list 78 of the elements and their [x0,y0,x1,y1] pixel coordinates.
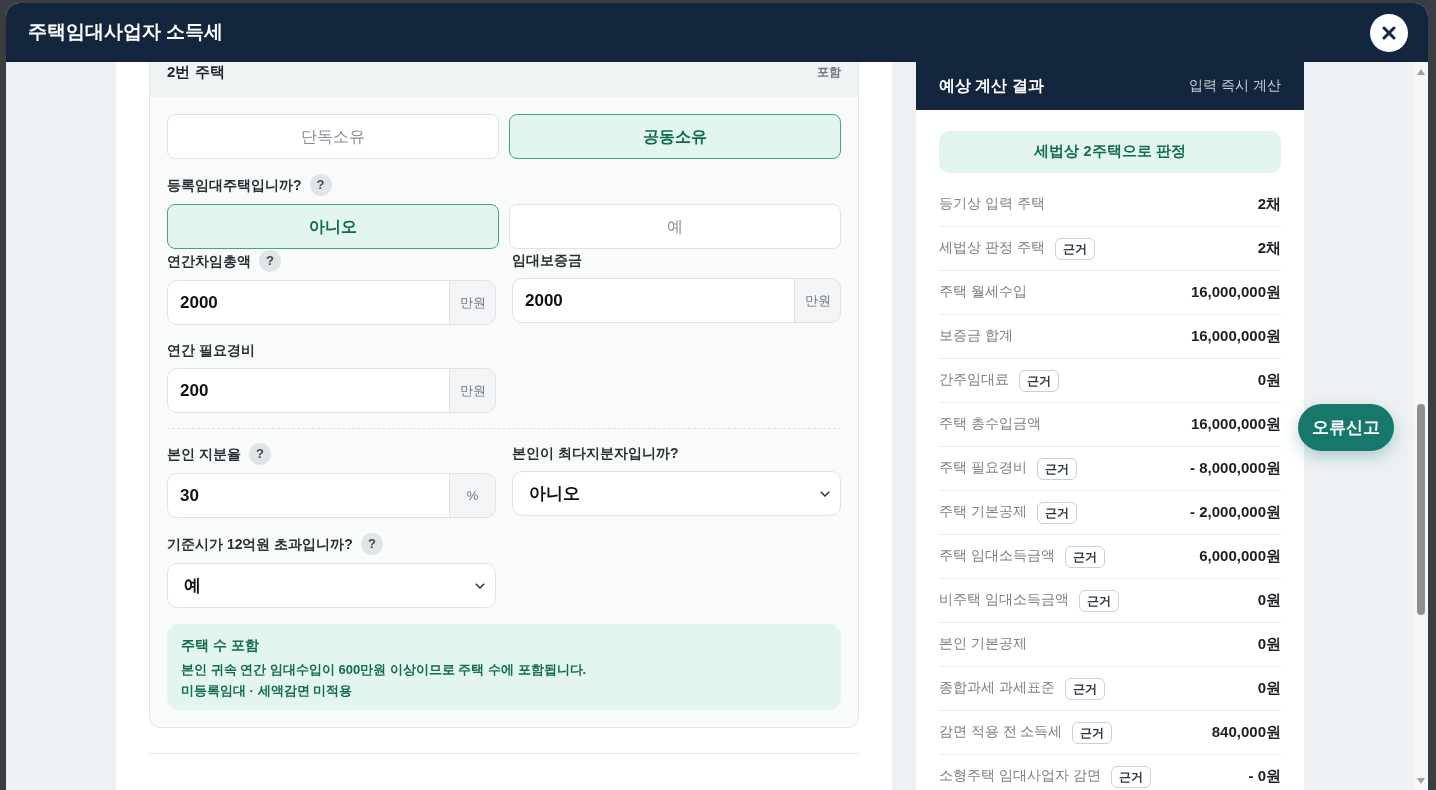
result-value: 16,000,000원 [1190,326,1281,347]
result-value: 0원 [1257,634,1281,655]
verdict-banner: 세법상 2주택으로 판정 [939,131,1281,173]
field-label: 본인 지분율 [167,445,241,464]
result-label: 주택 필요경비 [939,459,1027,478]
result-label: 소형주택 임대사업자 감면 [939,767,1101,786]
field-label: 연간 필요경비 [167,341,255,360]
basis-button[interactable]: 근거 [1036,501,1077,524]
close-icon [1382,25,1396,40]
result-value: - 2,000,000원 [1190,502,1281,523]
field-label: 본인이 최다지분자입니까? [512,444,679,463]
result-title: 예상 계산 결과 [939,76,1044,97]
option-button[interactable]: 아니오 [167,204,499,249]
scrollbar[interactable] [1414,62,1428,790]
basis-button[interactable]: 근거 [1078,589,1119,612]
help-button[interactable]: ? [259,250,281,272]
chevron-down-icon [820,490,830,497]
help-button[interactable]: ? [360,533,383,555]
result-label: 주택 기본공제 [939,503,1027,522]
result-note: 입력 즉시 계산 [1189,76,1281,95]
scrollbar-thumb[interactable] [1417,404,1425,615]
result-label: 종합과세 과세표준 [939,679,1055,698]
result-value: - 8,000,000원 [1190,458,1281,479]
number-input[interactable]: 2000 [512,278,795,323]
basis-button[interactable]: 근거 [1054,237,1095,260]
field-label: 기준시가 12억원 초과입니까? [167,535,353,554]
field-label: 등록임대주택입니까? [167,176,302,195]
close-button[interactable] [1370,13,1408,52]
result-value: 6,000,000원 [1199,546,1281,567]
notice-title: 주택 수 포함 [181,636,260,655]
result-label: 주택 총수입금액 [939,415,1041,434]
field-label: 임대보증금 [512,251,582,270]
result-value: 16,000,000원 [1190,414,1281,435]
result-label: 주택 임대소득금액 [939,547,1055,566]
result-label: 보증금 합계 [939,327,1013,346]
field-label: 연간차임총액 [167,252,251,271]
basis-button[interactable]: 근거 [1110,765,1151,788]
basis-button[interactable]: 근거 [1064,545,1105,568]
notice-text: 미등록임대 · 세액감면 미적용 [181,682,354,700]
status-text: 포함 [817,64,841,81]
basis-button[interactable]: 근거 [1036,457,1077,480]
basis-button[interactable]: 근거 [1064,677,1105,700]
scroll-up-icon[interactable] [1417,69,1425,75]
result-value: 840,000원 [1211,722,1281,743]
help-button[interactable]: ? [309,174,332,196]
number-input[interactable]: 200 [167,368,450,413]
dropdown-field[interactable]: 아니오 [512,471,841,516]
result-label: 비주택 임대소득금액 [939,591,1069,610]
result-label: 간주임대료 [939,371,1009,390]
dropdown-field[interactable]: 예 [167,563,496,608]
unit-label: 만원 [449,280,496,325]
basis-button[interactable]: 근거 [1019,369,1059,392]
result-value: 2채 [1257,238,1281,259]
result-label: 세법상 판정 주택 [939,239,1045,258]
result-label: 본인 기본공제 [939,635,1027,654]
result-value: 0원 [1257,678,1281,699]
house-title: 2번 주택 [167,62,225,82]
notice-text: 본인 귀속 연간 임대수입이 600만원 이상이므로 주택 수에 포함됩니다. [181,661,588,679]
result-value: 0원 [1257,370,1281,391]
help-button[interactable]: ? [248,443,271,465]
result-label: 주택 월세수입 [939,283,1027,302]
result-value: 16,000,000원 [1190,282,1281,303]
basis-button[interactable]: 근거 [1072,721,1113,744]
number-input[interactable]: 2000 [167,280,450,325]
result-value: - 0원 [1248,766,1281,787]
number-input[interactable]: 30 [167,473,450,518]
unit-label: 만원 [449,368,496,413]
result-label: 감면 적용 전 소득세 [939,723,1063,742]
chevron-down-icon [475,582,485,589]
option-button[interactable]: 공동소유 [509,114,841,159]
unit-label: % [449,473,496,518]
report-button[interactable]: 오류신고 [1298,404,1394,451]
dialog-title: 주택임대사업자 소득세 [28,20,224,45]
scroll-down-icon[interactable] [1417,778,1425,784]
result-value: 0원 [1257,590,1281,611]
result-label: 등기상 입력 주택 [939,195,1045,214]
result-value: 2채 [1257,194,1281,215]
unit-label: 만원 [794,278,841,323]
